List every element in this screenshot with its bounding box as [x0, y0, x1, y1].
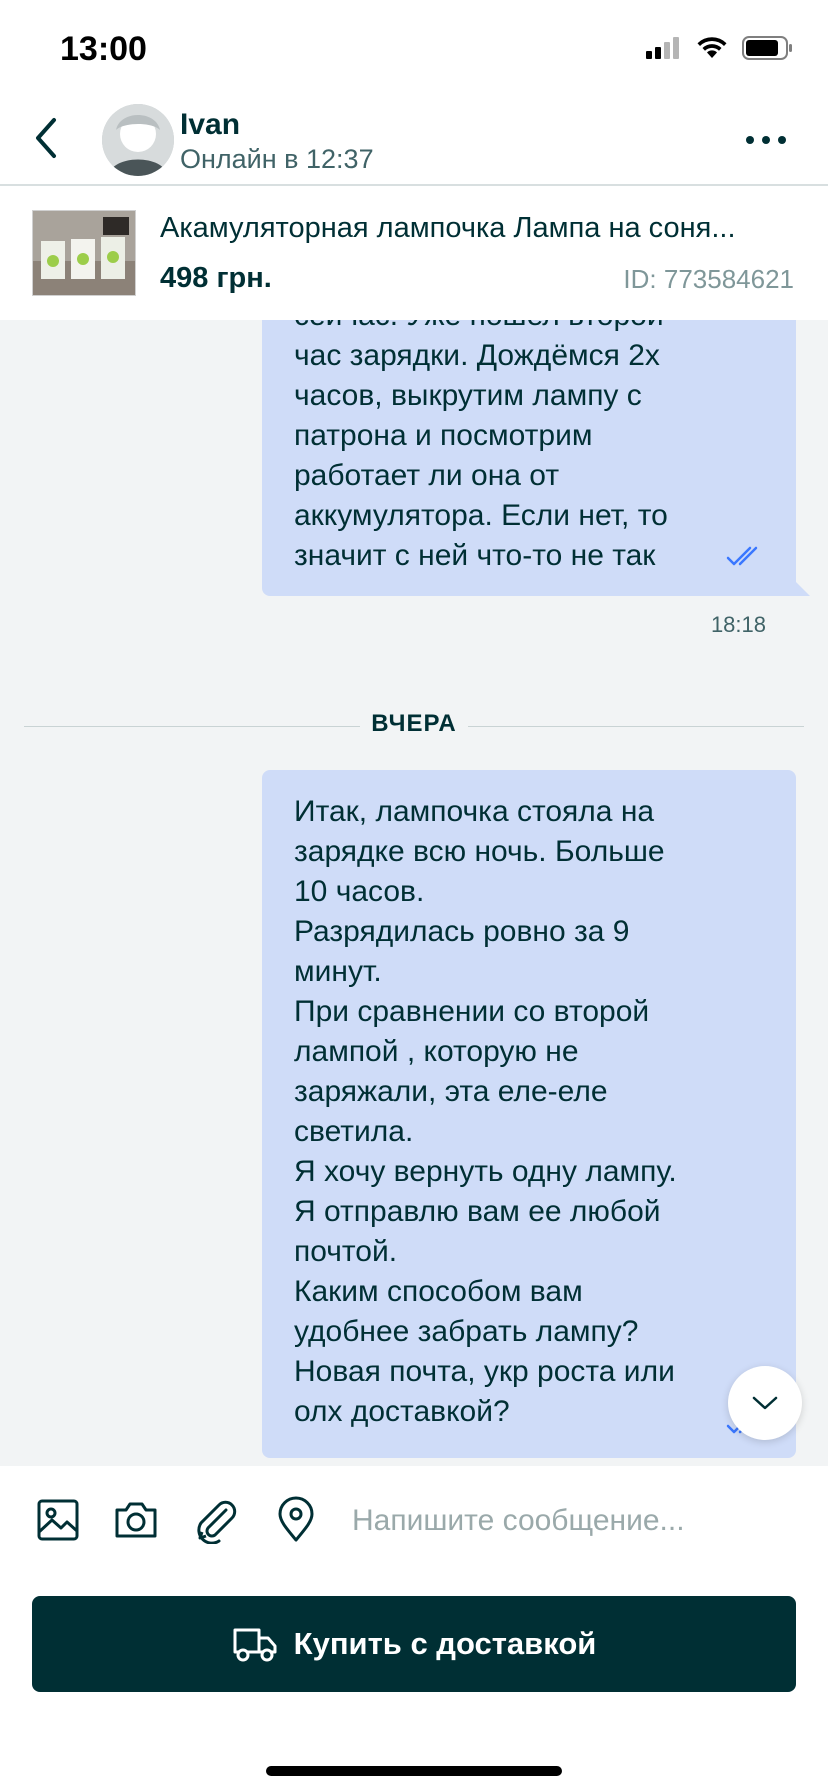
product-image — [33, 211, 135, 295]
message-line: Каким способом вам — [294, 1275, 583, 1308]
message-line: работает ли она от — [294, 459, 560, 492]
back-button[interactable] — [26, 110, 66, 166]
message-time: 18:18 — [710, 612, 766, 637]
status-bar: 13:00 — [0, 0, 828, 96]
truck-icon — [233, 1628, 277, 1662]
message-line: час зарядки. Дождёмся 2х — [294, 339, 660, 372]
paperclip-icon — [197, 1500, 237, 1545]
message-line: Я хочу вернуть одну лампу. — [294, 1155, 677, 1188]
camera-icon — [115, 1502, 157, 1538]
attach-image-button[interactable] — [34, 1496, 82, 1544]
chat-messages[interactable]: сейчас. Уже пошел второй час зарядки. До… — [0, 320, 828, 1466]
message-line: зарядке всю ночь. Больше — [294, 835, 665, 868]
send-location-button[interactable] — [272, 1496, 320, 1544]
location-pin-icon — [278, 1496, 314, 1542]
message-line: Я отправлю вам ее любой — [294, 1195, 661, 1228]
chat-header: Ivan Онлайн в 12:37 — [0, 96, 828, 186]
attach-file-button[interactable] — [192, 1496, 240, 1545]
date-divider: ВЧЕРА — [24, 706, 804, 746]
read-ticks-icon — [726, 546, 758, 566]
message-line: светила. — [294, 1115, 414, 1148]
chevron-left-icon — [36, 118, 56, 158]
message-line: минут. — [294, 955, 382, 988]
message-composer: Купить с доставкой — [0, 1466, 828, 1792]
user-online-status: Онлайн в 12:37 — [180, 144, 374, 174]
buy-with-delivery-button[interactable]: Купить с доставкой — [32, 1596, 796, 1692]
battery-icon — [742, 36, 792, 60]
status-time: 13:00 — [60, 30, 147, 68]
user-avatar-icon — [102, 104, 174, 176]
message-input[interactable] — [350, 1494, 804, 1548]
camera-button[interactable] — [112, 1496, 160, 1544]
avatar[interactable] — [102, 104, 174, 176]
message-line: патрона и посмотрим — [294, 419, 593, 452]
message-line: значит с ней что-то не так — [294, 539, 656, 572]
more-options-button[interactable] — [744, 126, 788, 154]
product-card[interactable]: Акамуляторная лампочка Лампа на соня... … — [0, 186, 828, 320]
status-icons — [646, 36, 794, 60]
product-title: Акамуляторная лампочка Лампа на соня... — [160, 212, 736, 244]
message-line: При сравнении со второй — [294, 995, 650, 1028]
message-line: Новая почта, укр роста или — [294, 1355, 675, 1388]
message-bubble-outgoing[interactable]: Итак, лампочка стояла на зарядке всю ноч… — [262, 770, 796, 1458]
product-id: ID: 773584621 — [623, 264, 794, 294]
chevron-down-icon — [752, 1396, 778, 1410]
product-thumbnail — [32, 210, 136, 296]
message-line: Итак, лампочка стояла на — [294, 795, 655, 828]
bubble-tail — [796, 582, 810, 596]
user-name[interactable]: Ivan — [180, 108, 240, 142]
message-line: лампой , которую не — [294, 1035, 579, 1068]
message-line: заряжали, эта еле-еле — [294, 1075, 608, 1108]
message-line: удобнее забрать лампу? — [294, 1315, 639, 1348]
image-icon — [37, 1499, 79, 1541]
wifi-icon — [697, 37, 727, 58]
message-line: 10 часов. — [294, 875, 425, 908]
date-divider-label: ВЧЕРА — [371, 710, 457, 737]
message-bubble-outgoing[interactable]: сейчас. Уже пошел второй час зарядки. До… — [262, 320, 810, 596]
message-line: олх доставкой? — [294, 1395, 510, 1428]
message-line: почтой. — [294, 1235, 398, 1268]
message-line: сейчас. Уже пошел второй — [294, 320, 764, 336]
product-price: 498 грн. — [160, 262, 272, 294]
scroll-to-bottom-button[interactable] — [728, 1366, 802, 1440]
cellular-signal-icon — [646, 37, 679, 59]
home-indicator[interactable] — [266, 1766, 562, 1776]
more-horizontal-icon — [746, 136, 786, 144]
message-line: Разрядилась ровно за 9 — [294, 915, 630, 948]
message-line: аккумулятора. Если нет, то — [294, 499, 668, 532]
buy-with-delivery-label: Купить с доставкой — [293, 1626, 597, 1661]
divider-line-right — [468, 726, 804, 727]
message-line: часов, выкрутим лампу с — [294, 379, 642, 412]
